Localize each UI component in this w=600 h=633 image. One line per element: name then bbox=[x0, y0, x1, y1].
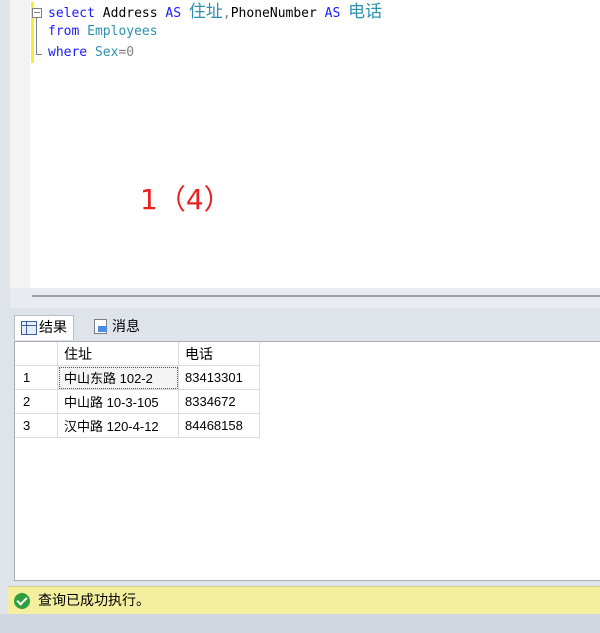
message-icon bbox=[94, 319, 107, 334]
tab-messages[interactable]: 消息 bbox=[88, 315, 146, 339]
collapse-icon[interactable] bbox=[32, 8, 42, 18]
success-check-icon bbox=[14, 593, 30, 609]
comma: , bbox=[222, 6, 231, 21]
tab-results-label: 结果 bbox=[39, 320, 67, 336]
sql-query-window: select Address AS 住址,PhoneNumber AS 电话 f… bbox=[0, 0, 600, 633]
window-bottom-bar bbox=[0, 614, 600, 633]
tab-results[interactable]: 结果 bbox=[14, 315, 74, 340]
code-line-from[interactable]: from Employees bbox=[48, 22, 158, 42]
code-line-where[interactable]: where Sex=0 bbox=[48, 43, 134, 63]
cell-address[interactable]: 汉中路 120-4-12 bbox=[57, 413, 179, 438]
keyword-select: select bbox=[48, 6, 95, 21]
cell-address[interactable]: 中山东路 102-2 bbox=[57, 365, 179, 390]
fold-guide bbox=[36, 18, 37, 54]
cell-phone[interactable]: 83413301 bbox=[178, 365, 260, 390]
keyword-as: AS bbox=[324, 6, 341, 21]
keyword-from: from bbox=[48, 24, 80, 39]
column-header-phone[interactable]: 电话 bbox=[178, 342, 260, 366]
cell-phone[interactable]: 84468158 bbox=[178, 413, 260, 438]
table-name: Employees bbox=[87, 24, 158, 39]
table-row[interactable]: 2 中山路 10-3-105 8334672 bbox=[15, 389, 260, 414]
pane-splitter[interactable] bbox=[10, 288, 600, 308]
results-grid[interactable]: 住址 电话 1 中山东路 102-2 83413301 2 中山路 10-3-1… bbox=[14, 341, 600, 581]
status-text: 查询已成功执行。 bbox=[38, 593, 150, 609]
tab-messages-label: 消息 bbox=[112, 319, 140, 335]
column-address: Address bbox=[102, 6, 158, 21]
cell-address[interactable]: 中山路 10-3-105 bbox=[57, 389, 179, 414]
fold-guide-end bbox=[36, 54, 42, 55]
condition-value: =0 bbox=[118, 45, 135, 60]
column-sex: Sex bbox=[94, 45, 119, 60]
keyword-as: AS bbox=[165, 6, 182, 21]
keyword-where: where bbox=[48, 45, 88, 60]
row-number-header bbox=[15, 342, 58, 366]
results-tabs: 结果 消息 bbox=[10, 313, 600, 341]
code-line-select[interactable]: select Address AS 住址,PhoneNumber AS 电话 bbox=[48, 2, 382, 22]
row-number[interactable]: 2 bbox=[15, 389, 58, 414]
row-number[interactable]: 1 bbox=[15, 365, 58, 390]
column-phonenumber: PhoneNumber bbox=[230, 6, 317, 21]
results-table: 住址 电话 1 中山东路 102-2 83413301 2 中山路 10-3-1… bbox=[15, 342, 260, 438]
query-editor[interactable]: select Address AS 住址,PhoneNumber AS 电话 f… bbox=[10, 0, 600, 288]
annotation-label: 1（4） bbox=[140, 183, 232, 216]
status-bar: 查询已成功执行。 bbox=[8, 586, 600, 615]
alias-phone: 电话 bbox=[348, 2, 383, 22]
table-row[interactable]: 1 中山东路 102-2 83413301 bbox=[15, 365, 260, 390]
row-number[interactable]: 3 bbox=[15, 413, 58, 438]
table-row[interactable]: 3 汉中路 120-4-12 84468158 bbox=[15, 413, 260, 438]
horizontal-scrollbar[interactable] bbox=[32, 295, 600, 297]
alias-address: 住址 bbox=[188, 2, 223, 22]
grid-icon bbox=[21, 321, 37, 335]
cell-phone[interactable]: 8334672 bbox=[178, 389, 260, 414]
editor-gutter bbox=[10, 0, 30, 288]
header-row: 住址 电话 bbox=[15, 342, 260, 366]
column-header-address[interactable]: 住址 bbox=[57, 342, 179, 366]
